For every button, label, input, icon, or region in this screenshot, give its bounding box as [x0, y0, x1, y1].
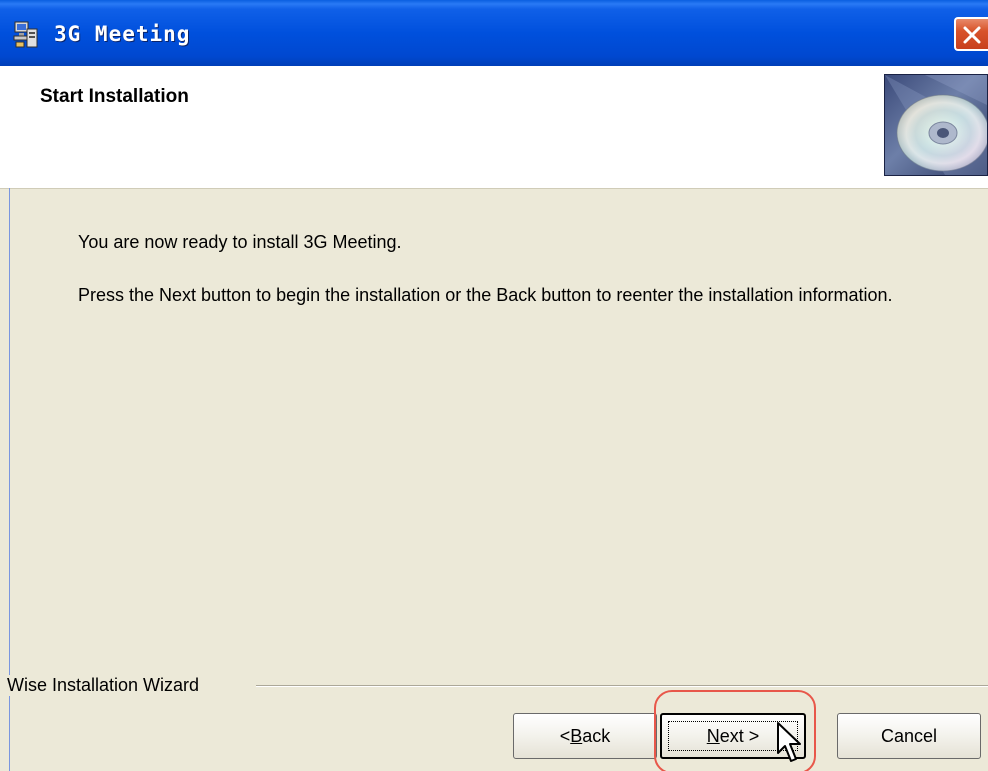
- close-icon: [963, 26, 981, 44]
- installer-window: 3G Meeting Start Installation You are no…: [0, 0, 988, 771]
- back-button-accel: B: [570, 725, 583, 746]
- next-button-rest: ext >: [719, 725, 760, 746]
- title-bar[interactable]: 3G Meeting: [0, 0, 988, 66]
- cancel-button[interactable]: Cancel: [837, 713, 981, 759]
- cd-disc-icon: [884, 74, 988, 176]
- next-button-accel: N: [706, 725, 720, 746]
- next-button[interactable]: Next >: [660, 713, 806, 759]
- page-title: Start Installation: [40, 86, 189, 107]
- close-button[interactable]: [954, 17, 988, 51]
- instruction-message: Press the Next button to begin the insta…: [78, 285, 893, 305]
- ready-message: You are now ready to install 3G Meeting.: [78, 232, 402, 252]
- window-title: 3G Meeting: [54, 22, 191, 46]
- wizard-label: Wise Installation Wizard: [7, 675, 208, 696]
- back-button-prefix: <: [559, 725, 571, 746]
- installer-computer-icon: [13, 21, 39, 49]
- wizard-header: Start Installation: [0, 66, 988, 188]
- header-separator: [0, 188, 988, 189]
- footer-divider: [256, 685, 988, 687]
- back-button[interactable]: < Back: [513, 713, 657, 759]
- back-button-rest: ack: [582, 725, 611, 746]
